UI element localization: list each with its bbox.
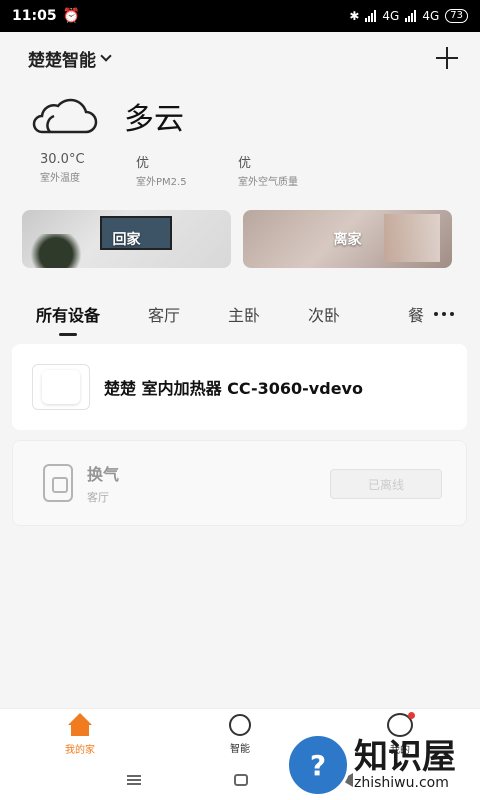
header: 楚楚智能 [0, 32, 480, 84]
home-icon [65, 713, 95, 737]
home-name: 楚楚智能 [28, 50, 96, 71]
device-card[interactable]: 楚楚 室内加热器 CC-3060-vdevo [12, 344, 467, 430]
scene-label: 回家 [112, 232, 141, 248]
tab-master-bedroom[interactable]: 主卧 [228, 302, 260, 326]
notification-dot [408, 712, 415, 719]
scene-leave-home[interactable]: 离家 [243, 210, 452, 268]
tab-all-devices[interactable]: 所有设备 [36, 302, 100, 326]
tab-living-room[interactable]: 客厅 [148, 302, 180, 326]
watermark-en: zhishiwu.com [354, 775, 449, 791]
stat-temperature: 30.0°C 室外温度 [40, 152, 136, 188]
stat-value: 优 [238, 156, 252, 171]
bluetooth-icon: ✱ [349, 9, 360, 23]
room-tabs: 所有设备 客厅 主卧 次卧 餐 [0, 296, 480, 332]
offline-badge: 已离线 [330, 469, 442, 499]
watermark-logo: ? [286, 733, 350, 797]
tab-dining[interactable]: 餐 [408, 302, 424, 326]
nav-label: 我的家 [65, 745, 95, 756]
nav-label: 智能 [230, 744, 250, 755]
signal-icon-2 [405, 10, 417, 22]
menu-icon[interactable] [126, 775, 141, 785]
watermark-cn: 知识屋 [354, 737, 456, 777]
scene-list: 回家 离家 [22, 210, 452, 268]
weather-panel: 多云 [28, 94, 184, 138]
signal-icon [365, 10, 377, 22]
heater-icon [32, 364, 90, 410]
add-icon[interactable] [434, 45, 460, 71]
socket-icon [43, 464, 73, 502]
stat-label: 室外PM2.5 [136, 177, 187, 188]
scene-image [384, 214, 440, 262]
device-card[interactable]: 换气 客厅 已离线 [12, 440, 467, 526]
scene-label: 离家 [333, 232, 362, 248]
home-button-icon[interactable] [233, 774, 248, 786]
nav-my-home[interactable]: 我的家 [0, 709, 160, 760]
scene-image [26, 234, 86, 268]
alarm-icon: ⏰ [62, 8, 81, 24]
watermark: ? 知识屋 zhishiwu.com [286, 730, 480, 800]
sun-icon [229, 714, 251, 736]
device-name: 楚楚 室内加热器 CC-3060-vdevo [104, 379, 363, 398]
battery-icon: 73 [445, 9, 468, 23]
network-type-2: 4G [422, 9, 440, 23]
weather-stats: 30.0°C 室外温度 优 室外PM2.5 优 室外空气质量 [40, 152, 334, 188]
stat-label: 室外温度 [40, 173, 80, 184]
stat-pm25: 优 室外PM2.5 [136, 152, 238, 188]
stat-value: 优 [136, 156, 150, 171]
status-bar: 11:05 ⏰ ✱ 4G 4G 73 [0, 0, 480, 32]
scene-come-home[interactable]: 回家 [22, 210, 231, 268]
tab-second-bedroom[interactable]: 次卧 [308, 302, 340, 326]
device-room: 客厅 [87, 491, 109, 504]
stat-air-quality: 优 室外空气质量 [238, 152, 334, 188]
more-icon[interactable] [434, 312, 454, 316]
weather-condition: 多云 [124, 102, 184, 137]
network-type: 4G [382, 9, 400, 23]
stat-value: 30.0°C [40, 152, 85, 167]
chevron-down-icon [100, 50, 112, 62]
home-selector[interactable]: 楚楚智能 [28, 46, 112, 71]
status-time: 11:05 [12, 8, 57, 24]
cloudy-icon [32, 98, 98, 134]
stat-label: 室外空气质量 [238, 177, 298, 188]
device-name: 换气 [87, 465, 120, 484]
